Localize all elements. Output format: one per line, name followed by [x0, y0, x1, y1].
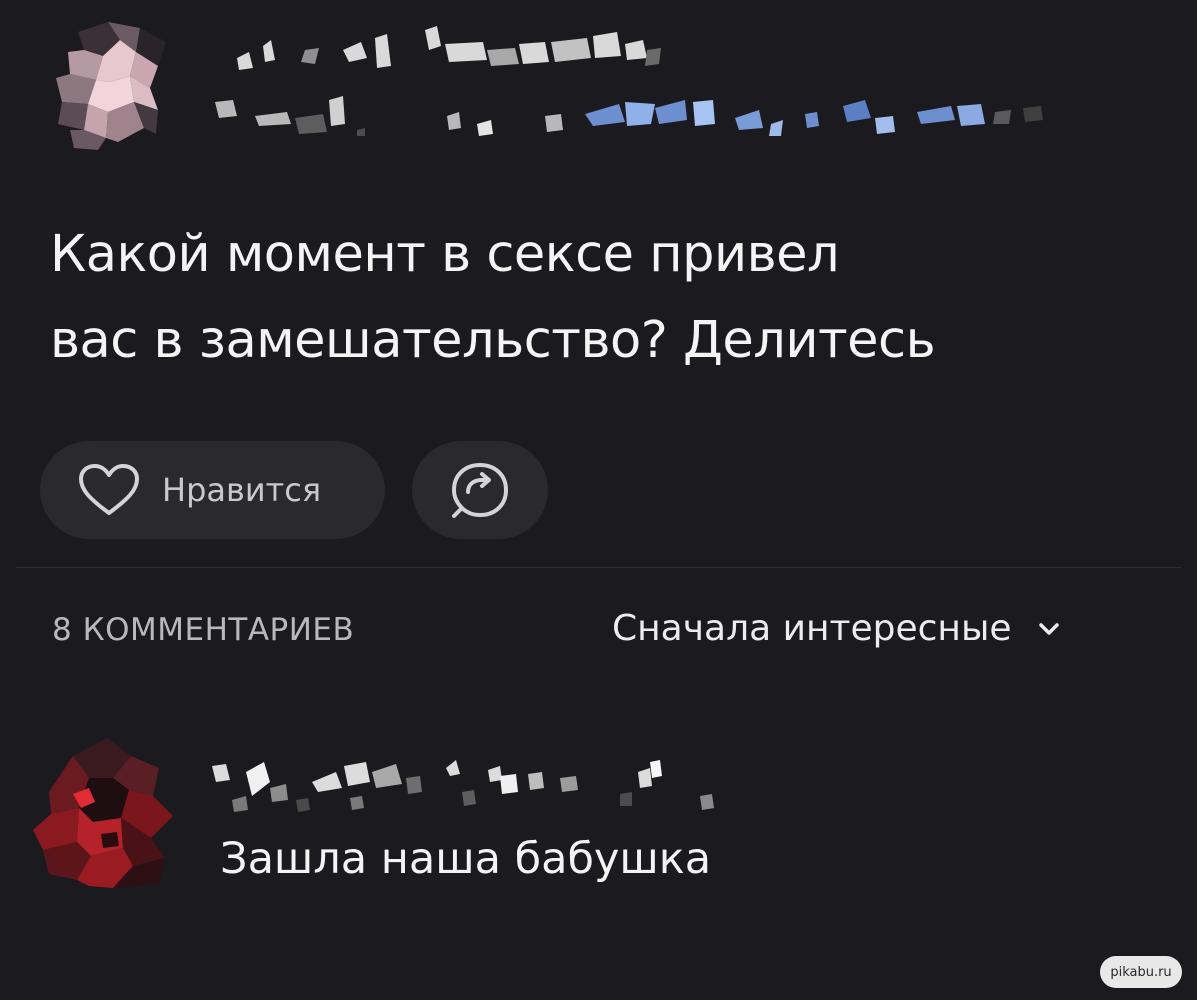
post-header — [40, 16, 1080, 156]
heart-icon — [79, 464, 139, 515]
watermark: pikabu.ru — [1100, 956, 1182, 988]
comment-text: Зашла наша бабушка — [220, 834, 712, 884]
like-button[interactable]: Нравится — [40, 441, 385, 539]
author-avatar[interactable] — [48, 22, 178, 152]
comments-sort-select[interactable]: Сначала интересные — [612, 608, 1060, 649]
commenter-name-redacted[interactable] — [212, 752, 772, 822]
post-title-line-2: вас в замешательство? Делитесь — [50, 311, 936, 370]
section-divider — [16, 567, 1181, 568]
post-title: Какой момент в сексе привел вас в замеша… — [50, 212, 1170, 384]
author-name-redacted[interactable] — [215, 20, 1075, 150]
post-title-line-1: Какой момент в сексе привел — [50, 225, 840, 284]
commenter-avatar[interactable] — [33, 738, 183, 894]
share-button[interactable] — [412, 441, 548, 539]
chevron-down-icon — [1038, 622, 1059, 635]
comments-count: 8 КОММЕНТАРИЕВ — [52, 612, 355, 648]
share-icon — [452, 463, 508, 518]
like-label: Нравится — [162, 471, 322, 509]
sort-label: Сначала интересные — [612, 608, 1012, 649]
